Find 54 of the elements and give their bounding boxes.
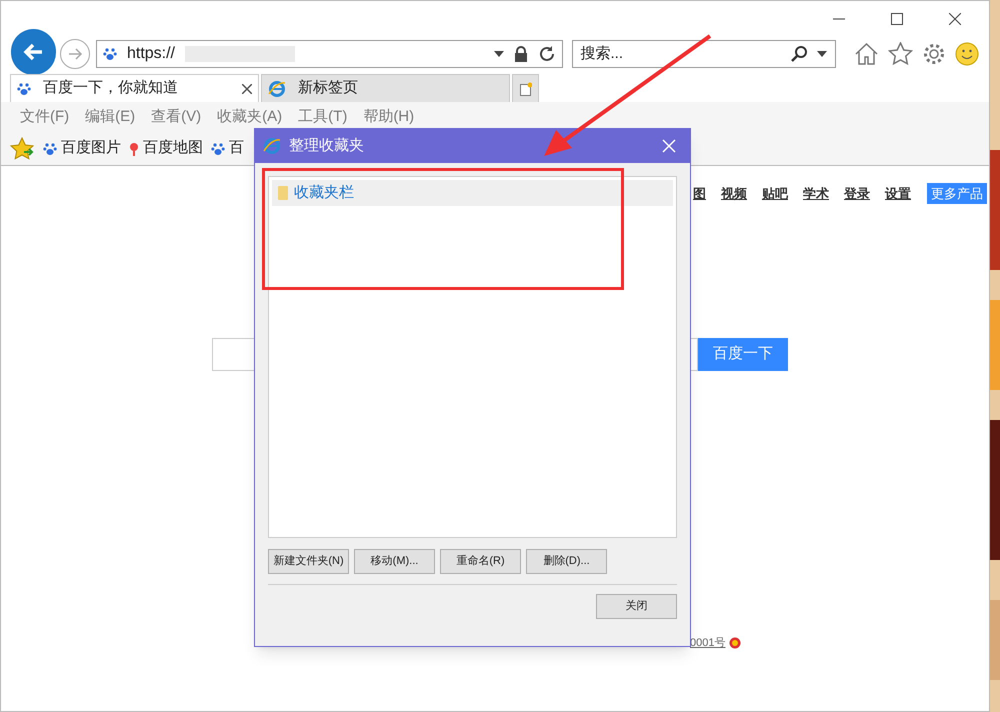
new-page-icon xyxy=(520,82,532,96)
close-button[interactable]: 关闭 xyxy=(596,594,677,619)
paw-icon xyxy=(211,142,225,156)
url-text: https:// xyxy=(126,44,175,64)
address-field[interactable]: https:// xyxy=(96,40,563,68)
lock-icon xyxy=(514,46,528,62)
nav-link[interactable]: 图 xyxy=(693,184,706,204)
settings-icon[interactable] xyxy=(922,42,946,66)
menu-item[interactable]: 收藏夹(A) xyxy=(217,106,282,128)
browser-tab[interactable]: 百度一下，你就知道 xyxy=(10,74,259,102)
footer-text[interactable]: 0001号 xyxy=(690,635,726,652)
dialog-button[interactable]: 删除(D)... xyxy=(526,549,607,574)
dropdown-icon[interactable] xyxy=(817,51,827,57)
menu-item[interactable]: 工具(T) xyxy=(298,106,348,128)
smiley-icon[interactable] xyxy=(955,42,979,66)
browser-tab[interactable]: 新标签页 xyxy=(261,74,510,102)
nav-link[interactable]: 登录 xyxy=(844,184,870,204)
dialog-button[interactable]: 重命名(R) xyxy=(440,549,521,574)
nav-link[interactable]: 贴吧 xyxy=(762,184,788,204)
dialog-button[interactable]: 移动(M)... xyxy=(354,549,435,574)
ie-icon xyxy=(263,137,281,155)
dropdown-icon[interactable] xyxy=(494,51,504,57)
emblem-icon xyxy=(729,636,742,650)
refresh-icon[interactable] xyxy=(538,45,556,63)
star-icon[interactable] xyxy=(888,42,913,66)
favorites-star-icon[interactable] xyxy=(9,136,35,160)
home-icon[interactable] xyxy=(854,42,879,66)
paw-icon xyxy=(102,47,117,61)
forward-arrow-icon xyxy=(67,46,84,62)
menu-item[interactable]: 帮助(H) xyxy=(363,106,414,128)
favorite-link[interactable]: 百度图片 xyxy=(43,137,121,160)
close-icon[interactable] xyxy=(949,13,961,25)
search-icon[interactable] xyxy=(791,45,809,63)
close-icon[interactable] xyxy=(242,84,252,94)
paw-icon xyxy=(17,82,31,96)
nav-link[interactable]: 学术 xyxy=(803,184,829,204)
search-field[interactable]: 搜索... xyxy=(572,40,836,68)
menu-item[interactable]: 查看(V) xyxy=(151,106,202,128)
dialog-title: 整理收藏夹 xyxy=(289,136,365,156)
nav-link[interactable]: 设置 xyxy=(885,184,911,204)
menu-item[interactable]: 编辑(E) xyxy=(85,106,136,128)
back-button[interactable] xyxy=(11,29,56,75)
dialog-button[interactable]: 新建文件夹(N) xyxy=(268,549,349,574)
new-tab-button[interactable] xyxy=(512,74,539,102)
map-pin-icon xyxy=(129,142,139,156)
favorite-link[interactable]: 百 xyxy=(211,137,244,160)
paw-icon xyxy=(43,142,57,156)
maximize-icon[interactable] xyxy=(891,13,903,25)
menu-item[interactable]: 文件(F) xyxy=(20,106,70,128)
ie-icon xyxy=(268,80,286,98)
folder-icon xyxy=(278,186,288,200)
favorite-link[interactable]: 百度地图 xyxy=(129,137,203,160)
favorites-folder[interactable]: 收藏夹栏 xyxy=(272,180,673,206)
nav-link[interactable]: 视频 xyxy=(721,184,747,204)
